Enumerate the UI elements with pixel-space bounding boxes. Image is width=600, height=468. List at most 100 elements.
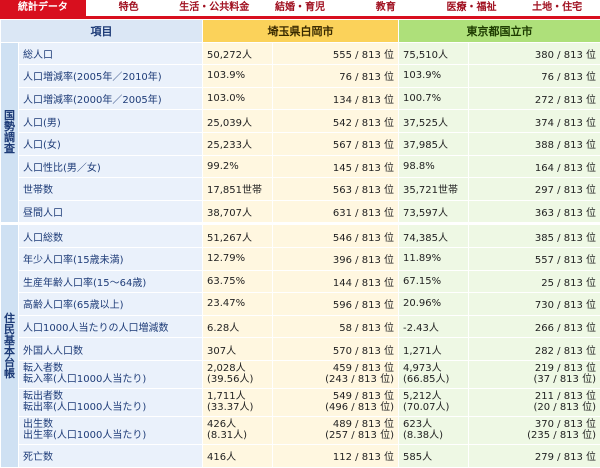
tab-1[interactable]: 特色 bbox=[86, 0, 172, 16]
tab-2[interactable]: 生活・公共料金 bbox=[171, 0, 257, 16]
city2-rank-text: 211 / 813 位 bbox=[473, 391, 596, 402]
row-label-text: 昼間人口 bbox=[23, 204, 198, 219]
city1-value: 103.9% bbox=[203, 65, 273, 88]
table-row: 世帯数17,851世帯563 / 813 位35,721世帯297 / 813 … bbox=[1, 178, 600, 201]
city2-value: 623人(8.38人) bbox=[399, 416, 469, 444]
city1-rank-text: 144 / 813 位 bbox=[277, 274, 394, 289]
city2-rank-text: 380 / 813 位 bbox=[473, 46, 596, 61]
city1-rank-text: 489 / 813 位 bbox=[277, 419, 394, 430]
city1-rank-text: 549 / 813 位 bbox=[277, 391, 394, 402]
table-row: 住民基本台帳人口総数51,267人546 / 813 位74,385人385 /… bbox=[1, 224, 600, 248]
city2-value-text: 20.96% bbox=[403, 298, 464, 309]
city2-value: 11.89% bbox=[399, 247, 469, 270]
city1-rank: 542 / 813 位 bbox=[273, 110, 399, 133]
city2-value-text: 98.8% bbox=[403, 161, 464, 172]
tab-3[interactable]: 結婚・育児 bbox=[257, 0, 343, 16]
city2-value: 20.96% bbox=[399, 293, 469, 316]
city2-value-text: 100.7% bbox=[403, 93, 464, 104]
row-label-text-sub: 転出率(人口1000人当たり) bbox=[23, 402, 198, 413]
row-label-text: 出生数 bbox=[23, 419, 198, 430]
city1-value-text: 103.9% bbox=[207, 70, 268, 81]
row-label: 人口1000人当たりの人口増減数 bbox=[19, 315, 203, 338]
city1-rank: 549 / 813 位(496 / 813 位) bbox=[273, 388, 399, 416]
city2-rank: 370 / 813 位(235 / 813 位) bbox=[469, 416, 600, 444]
city2-rank: 76 / 813 位 bbox=[469, 65, 600, 88]
city2-rank-text: 374 / 813 位 bbox=[473, 114, 596, 129]
city1-rank: 76 / 813 位 bbox=[273, 65, 399, 88]
city1-value: 99.2% bbox=[203, 155, 273, 178]
city1-rank: 144 / 813 位 bbox=[273, 270, 399, 293]
city2-value: 74,385人 bbox=[399, 224, 469, 248]
city1-value: 63.75% bbox=[203, 270, 273, 293]
city2-rank-text-sub: (20 / 813 位) bbox=[473, 402, 596, 413]
city2-rank: 363 / 813 位 bbox=[469, 200, 600, 224]
city2-value: 37,985人 bbox=[399, 132, 469, 155]
city1-value: 416人 bbox=[203, 444, 273, 467]
city2-value: 5,212人(70.07人) bbox=[399, 388, 469, 416]
table-row: 転出者数転出率(人口1000人当たり)1,711人(33.37人)549 / 8… bbox=[1, 388, 600, 416]
city1-rank: 489 / 813 位(257 / 813 位) bbox=[273, 416, 399, 444]
city2-rank-text: 730 / 813 位 bbox=[473, 296, 596, 311]
tab-6[interactable]: 土地・住宅 bbox=[514, 0, 600, 16]
city2-value-text: 5,212人 bbox=[403, 391, 464, 402]
stats-table-container: 項目 埼玉県白岡市 東京都国立市 国勢調査総人口50,272人555 / 813… bbox=[0, 19, 600, 468]
table-row: 人口(男)25,039人542 / 813 位37,525人374 / 813 … bbox=[1, 110, 600, 133]
row-label-text: 転出者数 bbox=[23, 391, 198, 402]
city2-value: 585人 bbox=[399, 444, 469, 467]
city1-value: 23.47% bbox=[203, 293, 273, 316]
city1-rank: 134 / 813 位 bbox=[273, 87, 399, 110]
table-row: 国勢調査総人口50,272人555 / 813 位75,510人380 / 81… bbox=[1, 42, 600, 65]
city1-rank-text: 563 / 813 位 bbox=[277, 181, 394, 196]
group-label: 住民基本台帳 bbox=[1, 224, 19, 467]
table-row: 人口(女)25,233人567 / 813 位37,985人388 / 813 … bbox=[1, 132, 600, 155]
tab-5[interactable]: 医療・福祉 bbox=[429, 0, 515, 16]
header-city-kunitachi[interactable]: 東京都国立市 bbox=[399, 20, 600, 43]
city2-rank: 219 / 813 位(37 / 813 位) bbox=[469, 360, 600, 388]
city2-rank: 388 / 813 位 bbox=[469, 132, 600, 155]
city1-value-text: 50,272人 bbox=[207, 46, 268, 61]
row-label: 年少人口率(15歳未満) bbox=[19, 247, 203, 270]
city1-value-text: 6.28人 bbox=[207, 319, 268, 334]
city2-value-text: 73,597人 bbox=[403, 204, 464, 219]
group-label-text: 住民基本台帳 bbox=[4, 313, 15, 379]
city2-rank-text: 279 / 813 位 bbox=[473, 448, 596, 463]
city2-rank: 272 / 813 位 bbox=[469, 87, 600, 110]
table-row: 出生数出生率(人口1000人当たり)426人(8.31人)489 / 813 位… bbox=[1, 416, 600, 444]
city1-rank-text: 145 / 813 位 bbox=[277, 159, 394, 174]
city2-value-text-sub: (66.85人) bbox=[403, 374, 464, 385]
tab-4[interactable]: 教育 bbox=[343, 0, 429, 16]
tab-0[interactable]: 統計データ bbox=[0, 0, 86, 16]
city1-value-text: 307人 bbox=[207, 342, 268, 357]
city2-value-text-sub: (70.07人) bbox=[403, 402, 464, 413]
row-label-text-sub: 転入率(人口1000人当たり) bbox=[23, 374, 198, 385]
city1-value-text-sub: (8.31人) bbox=[207, 430, 268, 441]
city1-value-text: 23.47% bbox=[207, 298, 268, 309]
city1-rank-text: 596 / 813 位 bbox=[277, 296, 394, 311]
city1-value: 307人 bbox=[203, 338, 273, 361]
city2-value: 103.9% bbox=[399, 65, 469, 88]
table-row: 年少人口率(15歳未満)12.79%396 / 813 位11.89%557 /… bbox=[1, 247, 600, 270]
header-city-shiraoka[interactable]: 埼玉県白岡市 bbox=[203, 20, 399, 43]
city2-rank: 557 / 813 位 bbox=[469, 247, 600, 270]
city2-rank-text-sub: (235 / 813 位) bbox=[473, 430, 596, 441]
city1-value: 1,711人(33.37人) bbox=[203, 388, 273, 416]
city1-value: 6.28人 bbox=[203, 315, 273, 338]
row-label: 人口(女) bbox=[19, 132, 203, 155]
city2-value-text: 67.15% bbox=[403, 276, 464, 287]
city1-rank: 112 / 813 位 bbox=[273, 444, 399, 467]
city1-value-text: 2,028人 bbox=[207, 363, 268, 374]
city2-rank: 297 / 813 位 bbox=[469, 178, 600, 201]
city2-value-text: 35,721世帯 bbox=[403, 181, 464, 196]
city2-rank-text: 388 / 813 位 bbox=[473, 136, 596, 151]
city2-value: 35,721世帯 bbox=[399, 178, 469, 201]
city1-rank: 563 / 813 位 bbox=[273, 178, 399, 201]
city1-value: 25,039人 bbox=[203, 110, 273, 133]
city2-value-text: 75,510人 bbox=[403, 46, 464, 61]
table-row: 死亡数416人112 / 813 位585人279 / 813 位 bbox=[1, 444, 600, 467]
city2-value: 37,525人 bbox=[399, 110, 469, 133]
city2-rank: 25 / 813 位 bbox=[469, 270, 600, 293]
city1-rank-text: 542 / 813 位 bbox=[277, 114, 394, 129]
city2-rank-text: 76 / 813 位 bbox=[473, 68, 596, 83]
city1-rank: 631 / 813 位 bbox=[273, 200, 399, 224]
row-label-text: 高齢人口率(65歳以上) bbox=[23, 296, 198, 311]
